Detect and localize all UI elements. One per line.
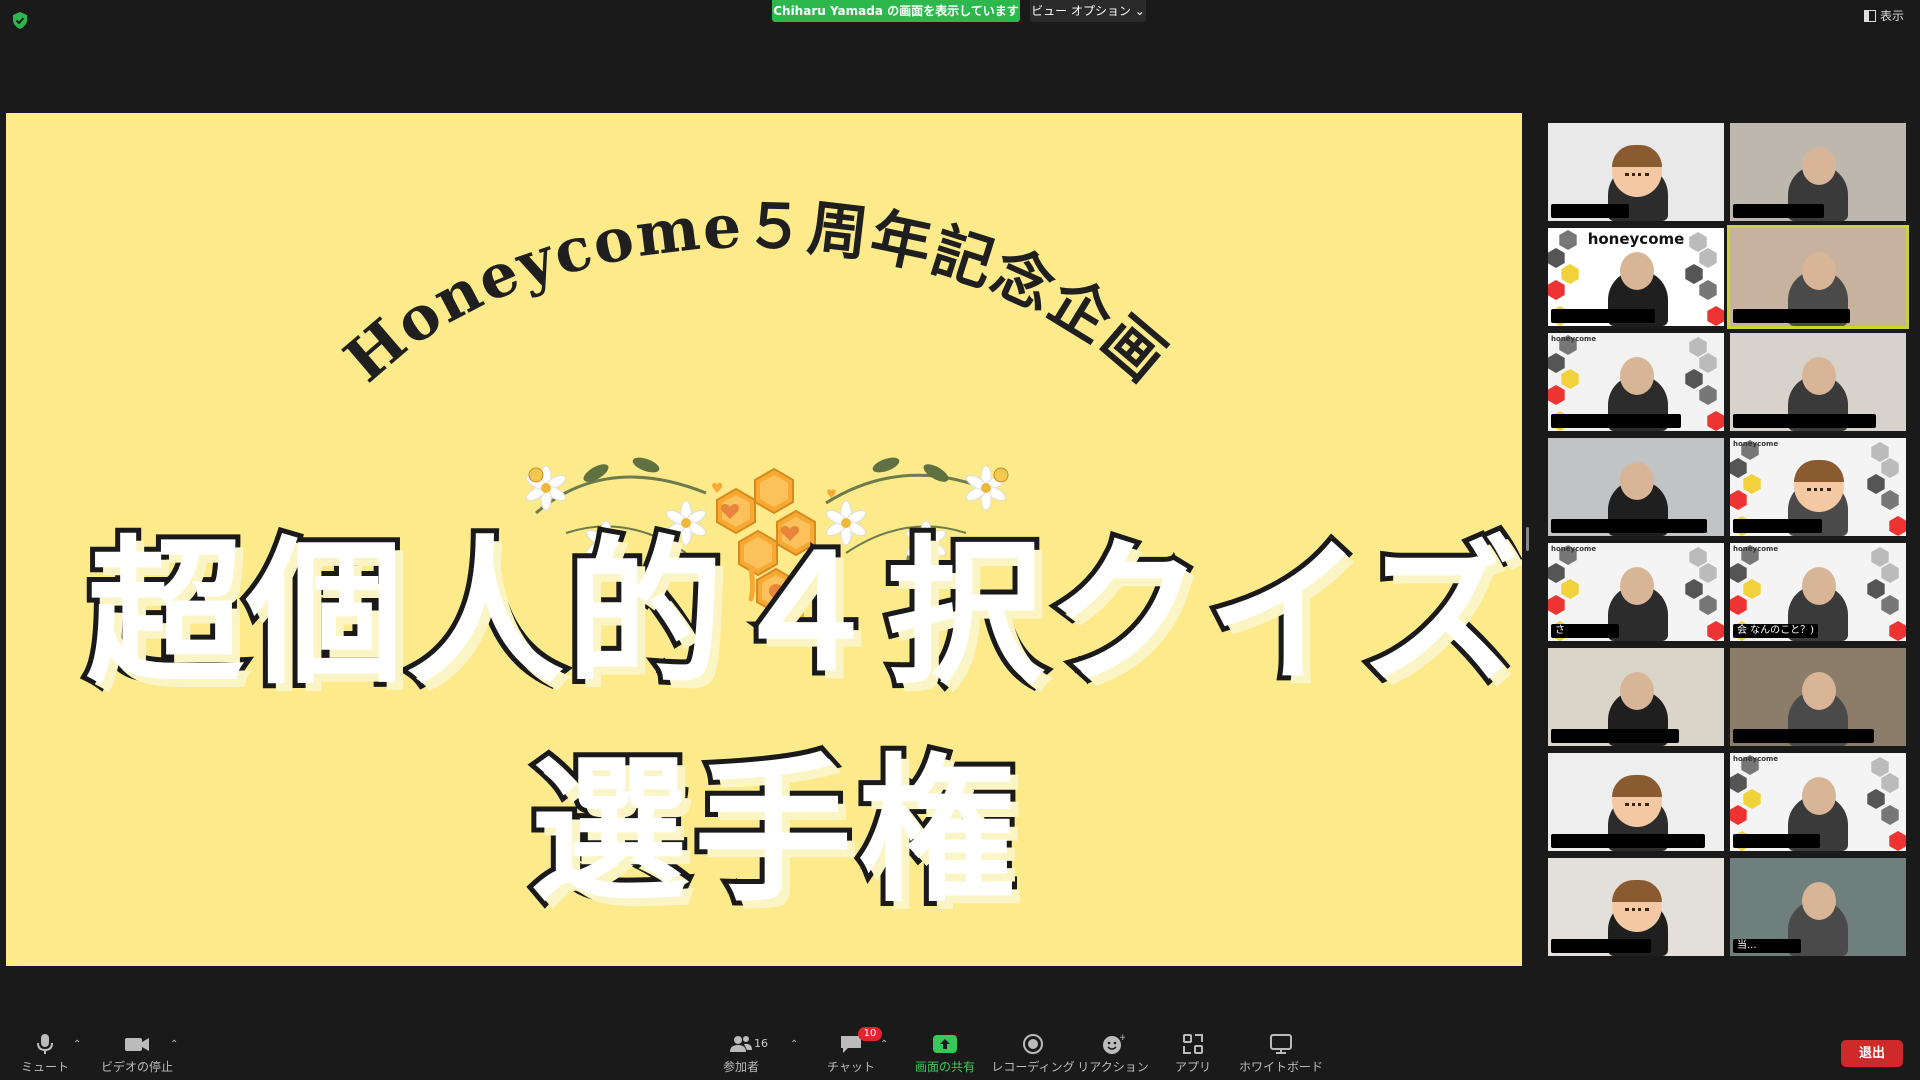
security-shield-icon[interactable] bbox=[12, 12, 28, 29]
leave-meeting-button[interactable]: 退出 bbox=[1841, 1040, 1903, 1067]
participant-head bbox=[1802, 252, 1836, 290]
meeting-toolbar: ミュート ⌃ ビデオの停止 ⌃ 16 参加者 ⌃ 10 チャット ⌃ 画面の共有… bbox=[0, 1015, 1920, 1080]
participant-name-label bbox=[1733, 204, 1824, 218]
privacy-mask-face-icon bbox=[1612, 775, 1662, 827]
participant-tile[interactable] bbox=[1548, 438, 1724, 536]
svg-text:+: + bbox=[1119, 1033, 1125, 1043]
participant-head bbox=[1620, 462, 1654, 500]
mute-options-caret-icon[interactable]: ⌃ bbox=[73, 1039, 81, 1050]
reactions-button[interactable]: + リアクション bbox=[1068, 1033, 1158, 1075]
mini-slide-title: honeycome bbox=[1587, 230, 1685, 248]
participant-head bbox=[1802, 357, 1836, 395]
whiteboard-button[interactable]: ホワイトボード bbox=[1236, 1033, 1326, 1075]
participant-name-label bbox=[1551, 204, 1629, 218]
gallery-resize-handle[interactable] bbox=[1526, 527, 1529, 551]
participant-head bbox=[1802, 882, 1836, 920]
share-screen-button[interactable]: 画面の共有 bbox=[900, 1033, 990, 1075]
mini-slide-logo: honeycome bbox=[1551, 335, 1597, 343]
recording-button[interactable]: レコーディング bbox=[988, 1033, 1078, 1075]
participants-count: 16 bbox=[754, 1037, 768, 1050]
participant-name-label: 当... bbox=[1733, 939, 1801, 953]
quiz-sub-title: 選手権 bbox=[525, 735, 1022, 929]
participant-tile[interactable]: 当... bbox=[1730, 858, 1906, 956]
participant-tile[interactable] bbox=[1730, 333, 1906, 431]
participant-tile[interactable]: honeycome bbox=[1730, 438, 1906, 536]
arc-title: Honeycome５周年記念企画 bbox=[332, 191, 1181, 396]
mini-slide-logo: honeycome bbox=[1733, 440, 1779, 448]
participants-options-caret-icon[interactable]: ⌃ bbox=[790, 1039, 798, 1050]
participant-tile[interactable] bbox=[1730, 648, 1906, 746]
smiley-reaction-icon: + bbox=[1103, 1033, 1125, 1054]
participant-name-label bbox=[1551, 834, 1705, 848]
mini-slide-logo: honeycome bbox=[1551, 545, 1597, 553]
participant-name-label bbox=[1551, 309, 1655, 323]
participant-name-label bbox=[1733, 729, 1874, 743]
top-bar: Chiharu Yamada の画面を表示しています ビュー オプション ⌄ 表… bbox=[0, 0, 1920, 60]
participant-head bbox=[1802, 567, 1836, 605]
participants-label: 参加者 bbox=[722, 1060, 759, 1074]
participant-name-label: さ bbox=[1551, 624, 1619, 638]
participant-name-label bbox=[1551, 939, 1651, 953]
participant-tile[interactable]: honeycome bbox=[1548, 228, 1724, 326]
mini-slide-logo: honeycome bbox=[1733, 545, 1779, 553]
stop-video-button[interactable]: ビデオの停止 bbox=[92, 1033, 182, 1075]
participant-head bbox=[1802, 672, 1836, 710]
participant-head bbox=[1802, 777, 1836, 815]
participant-name-label bbox=[1551, 729, 1679, 743]
share-screen-label: 画面の共有 bbox=[914, 1060, 975, 1074]
whiteboard-label: ホワイトボード bbox=[1238, 1060, 1323, 1074]
participant-tile[interactable] bbox=[1727, 225, 1909, 329]
participant-name-label bbox=[1733, 834, 1820, 848]
participant-tile[interactable] bbox=[1730, 123, 1906, 221]
whiteboard-icon bbox=[1270, 1034, 1292, 1054]
participant-tile[interactable]: honeycome さ bbox=[1548, 543, 1724, 641]
privacy-mask-face-icon bbox=[1794, 460, 1844, 512]
stop-video-label: ビデオの停止 bbox=[100, 1060, 173, 1074]
display-layout-button[interactable]: 表示 bbox=[1863, 7, 1904, 24]
participant-name-label bbox=[1733, 309, 1850, 323]
video-camera-icon bbox=[125, 1038, 149, 1051]
layout-icon bbox=[1863, 9, 1876, 22]
share-screen-icon bbox=[933, 1035, 957, 1053]
participant-head bbox=[1620, 672, 1654, 710]
chat-unread-badge: 10 bbox=[858, 1027, 882, 1041]
display-label: 表示 bbox=[1879, 9, 1904, 23]
screen-share-status-badge: Chiharu Yamada の画面を表示しています bbox=[772, 0, 1020, 22]
participant-tile[interactable] bbox=[1548, 753, 1724, 851]
participant-tile[interactable]: honeycome bbox=[1730, 753, 1906, 851]
participant-name-label bbox=[1551, 414, 1681, 428]
participant-head bbox=[1802, 147, 1836, 185]
participant-tile[interactable]: honeycome bbox=[1548, 333, 1724, 431]
apps-label: アプリ bbox=[1174, 1060, 1211, 1074]
participant-head bbox=[1620, 252, 1654, 290]
recording-label: レコーディング bbox=[991, 1060, 1075, 1074]
mini-slide-logo: honeycome bbox=[1733, 755, 1779, 763]
participant-name-label bbox=[1551, 519, 1707, 533]
privacy-mask-face-icon bbox=[1612, 145, 1662, 197]
reactions-label: リアクション bbox=[1077, 1060, 1149, 1074]
view-options-dropdown[interactable]: ビュー オプション ⌄ bbox=[1030, 0, 1146, 22]
apps-button[interactable]: アプリ bbox=[1148, 1033, 1238, 1075]
participant-name-label: 会 なんのこと？) bbox=[1733, 624, 1819, 638]
mute-label: ミュート bbox=[20, 1060, 69, 1074]
apps-icon bbox=[1183, 1034, 1203, 1054]
participant-head bbox=[1620, 357, 1654, 395]
video-options-caret-icon[interactable]: ⌃ bbox=[170, 1039, 178, 1050]
chat-options-caret-icon[interactable]: ⌃ bbox=[880, 1039, 888, 1050]
participant-head bbox=[1620, 567, 1654, 605]
participant-tile[interactable]: honeycome 会 なんのこと？) bbox=[1730, 543, 1906, 641]
quiz-main-title: 超個人的４択クイズ bbox=[81, 517, 1522, 711]
participant-tile[interactable] bbox=[1548, 648, 1724, 746]
chat-label: チャット bbox=[827, 1060, 875, 1074]
participants-icon bbox=[730, 1036, 752, 1052]
shared-screen-slide: Honeycome５周年記念企画 ♥ ♥ ♥ ♥ 超個人的４択クイズ 選手権 bbox=[6, 113, 1522, 966]
microphone-icon bbox=[37, 1034, 53, 1054]
privacy-mask-face-icon bbox=[1612, 880, 1662, 932]
participants-button[interactable]: 16 参加者 bbox=[696, 1033, 786, 1075]
participant-name-label bbox=[1733, 414, 1876, 428]
participant-tile[interactable] bbox=[1548, 858, 1724, 956]
participant-tile[interactable] bbox=[1548, 123, 1724, 221]
record-icon bbox=[1023, 1034, 1043, 1054]
participant-name-label bbox=[1733, 519, 1822, 533]
